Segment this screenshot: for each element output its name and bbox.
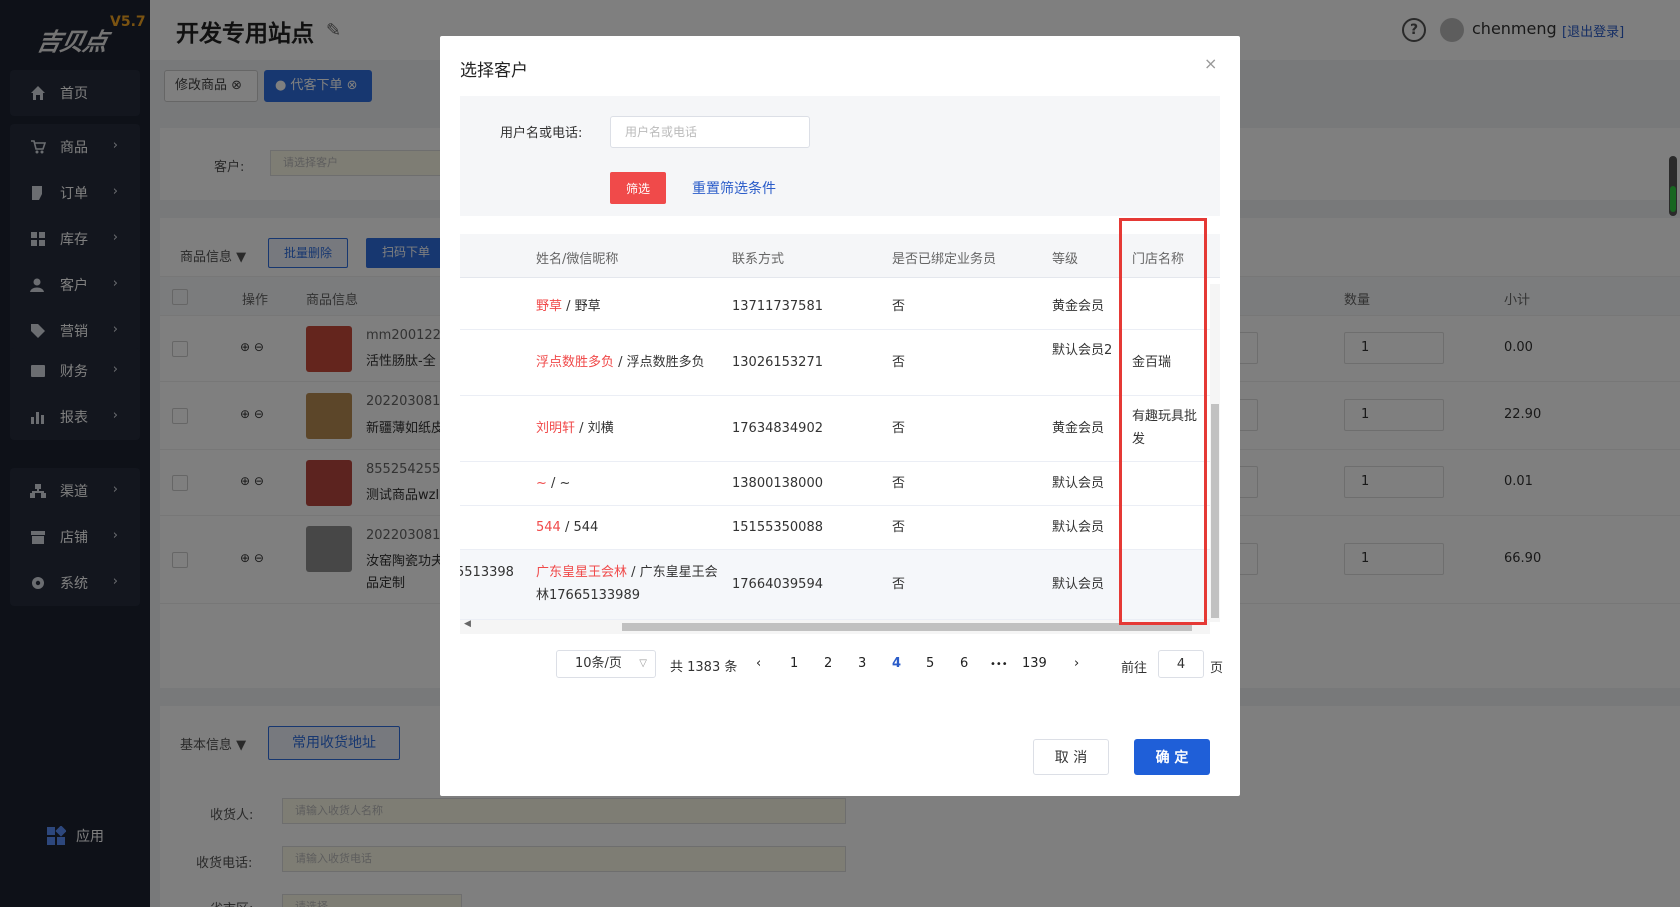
col-name: 姓名/微信昵称 — [536, 252, 619, 267]
customer-bound: 否 — [892, 299, 906, 314]
customer-contact: 13800138000 — [732, 476, 823, 491]
customer-name: 广东皇星王会林 / 广东皇星王会林17665133989 — [536, 565, 718, 603]
customer-id-partial: 5513398 — [460, 565, 514, 580]
jump-label: 前往 — [1121, 661, 1148, 676]
jump-page-input[interactable] — [1158, 650, 1204, 678]
customer-bound: 否 — [892, 476, 906, 491]
vertical-scroll-thumb[interactable] — [1211, 404, 1219, 618]
customer-contact: 13711737581 — [732, 299, 823, 314]
chevron-down-icon: ▽ — [639, 658, 647, 669]
page-139[interactable]: 139 — [1022, 656, 1047, 671]
table-row[interactable]: ~ / ~ 13800138000 否 默认会员 — [460, 462, 1210, 506]
table-row[interactable]: 浮点数胜多负 / 浮点数胜多负 13026153271 否 默认会员2 金百瑞 — [460, 330, 1210, 396]
table-row[interactable]: 野草 / 野草 13711737581 否 黄金会员 — [460, 284, 1210, 330]
customer-bound: 否 — [892, 421, 906, 436]
dialog-title: 选择客户 — [460, 61, 528, 81]
table-vertical-scrollbar[interactable] — [1210, 284, 1220, 622]
customer-level: 默认会员 — [1052, 476, 1105, 491]
customer-bound: 否 — [892, 355, 906, 370]
select-customer-dialog: 选择客户 × 用户名或电话: 筛选 重置筛选条件 姓名/微信昵称 联系方式 是否… — [440, 36, 1240, 796]
table-row[interactable]: 5513398 广东皇星王会林 / 广东皇星王会林17665133989 176… — [460, 550, 1210, 620]
col-contact: 联系方式 — [732, 252, 785, 267]
customer-contact: 15155350088 — [732, 520, 823, 535]
page-1[interactable]: 1 — [790, 656, 798, 671]
total-count: 共 1383 条 — [670, 660, 738, 675]
close-icon[interactable]: × — [1204, 54, 1217, 73]
customer-name: 浮点数胜多负 / 浮点数胜多负 — [536, 355, 705, 370]
page-6[interactable]: 6 — [960, 656, 968, 671]
customer-level: 默认会员 — [1052, 520, 1105, 535]
customer-name: 544 / 544 — [536, 520, 599, 535]
customer-table: 姓名/微信昵称 联系方式 是否已绑定业务员 等级 门店名称 野草 / 野草 13… — [460, 234, 1220, 634]
customer-contact: 17664039594 — [732, 577, 823, 592]
filter-label: 用户名或电话: — [500, 126, 583, 141]
store-column-highlight — [1119, 218, 1207, 625]
scroll-left-arrow-icon[interactable]: ◀ — [464, 619, 471, 629]
page-5[interactable]: 5 — [926, 656, 934, 671]
col-level: 等级 — [1052, 252, 1079, 267]
page-3[interactable]: 3 — [858, 656, 866, 671]
page-size-select[interactable]: 10条/页 ▽ — [556, 650, 656, 678]
customer-name: ~ / ~ — [536, 476, 571, 491]
customer-level: 默认会员2 — [1052, 343, 1113, 358]
page-ellipsis[interactable]: ••• — [990, 659, 1008, 670]
customer-level: 黄金会员 — [1052, 299, 1105, 314]
customer-contact: 13026153271 — [732, 355, 823, 370]
customer-bound: 否 — [892, 577, 906, 592]
horizontal-scroll-thumb[interactable] — [622, 623, 1192, 631]
table-row[interactable]: 刘明轩 / 刘横 17634834902 否 黄金会员 有趣玩具批发 — [460, 396, 1210, 462]
page-2[interactable]: 2 — [824, 656, 832, 671]
customer-level: 黄金会员 — [1052, 421, 1105, 436]
customer-table-header: 姓名/微信昵称 联系方式 是否已绑定业务员 等级 门店名称 — [460, 234, 1220, 278]
prev-page-button[interactable]: ‹ — [756, 656, 761, 671]
filter-button[interactable]: 筛选 — [610, 172, 666, 204]
next-page-button[interactable]: › — [1074, 656, 1079, 671]
jump-suffix: 页 — [1210, 661, 1224, 676]
reset-filter-link[interactable]: 重置筛选条件 — [692, 178, 776, 198]
customer-name: 刘明轩 / 刘横 — [536, 421, 614, 436]
filter-area: 用户名或电话: 筛选 重置筛选条件 — [460, 96, 1220, 216]
search-input[interactable] — [610, 116, 810, 148]
page-4-current[interactable]: 4 — [892, 656, 901, 671]
cancel-button[interactable]: 取 消 — [1033, 739, 1109, 775]
page-size-value: 10条/页 — [575, 656, 622, 671]
customer-bound: 否 — [892, 520, 906, 535]
customer-name: 野草 / 野草 — [536, 299, 601, 314]
table-row[interactable]: 544 / 544 15155350088 否 默认会员 — [460, 506, 1210, 550]
confirm-button[interactable]: 确 定 — [1134, 739, 1210, 775]
pagination: 10条/页 ▽ 共 1383 条 ‹ 1 2 3 4 5 6 ••• 139 ›… — [440, 648, 1240, 684]
customer-level: 默认会员 — [1052, 577, 1105, 592]
table-horizontal-scrollbar[interactable]: ◀ — [460, 619, 1210, 634]
customer-contact: 17634834902 — [732, 421, 823, 436]
col-bound: 是否已绑定业务员 — [892, 252, 997, 267]
